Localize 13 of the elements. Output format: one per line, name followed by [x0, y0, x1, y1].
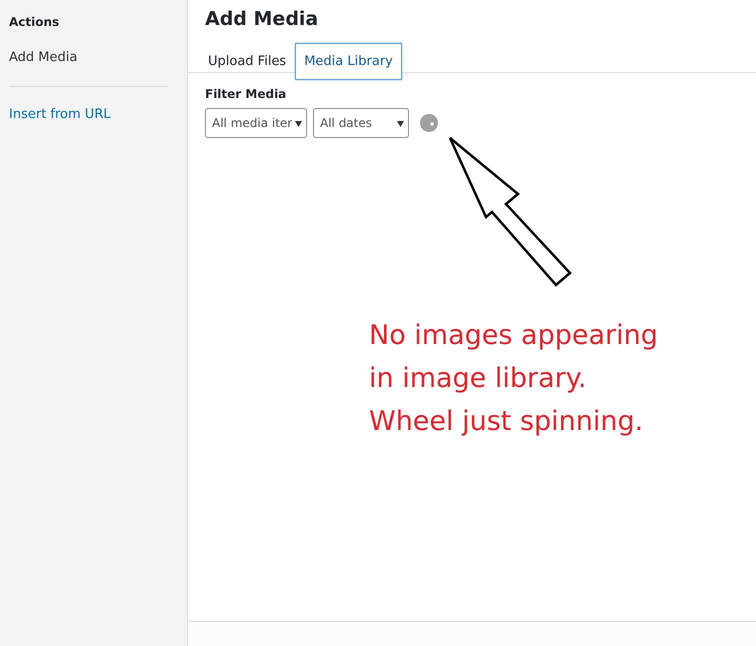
caret-icon [397, 120, 404, 126]
dropdown[interactable]: All media iter [205, 108, 307, 138]
sidebar-item[interactable]: Add Media [9, 50, 78, 65]
tab[interactable]: Media Library [295, 43, 402, 80]
page-title: Add Media [205, 8, 320, 32]
spinner-icon [420, 114, 438, 132]
filter-label: Filter Media [205, 87, 286, 101]
tab[interactable]: Upload Files [199, 43, 296, 80]
insert-link[interactable]: Insert from URL [9, 107, 111, 122]
sidebar-heading: Actions [9, 15, 60, 29]
caret-icon [295, 120, 302, 126]
annotation-text: No images appearing in image library. Wheel just spinning. [369, 319, 658, 439]
dropdown[interactable]: All dates [313, 108, 409, 138]
